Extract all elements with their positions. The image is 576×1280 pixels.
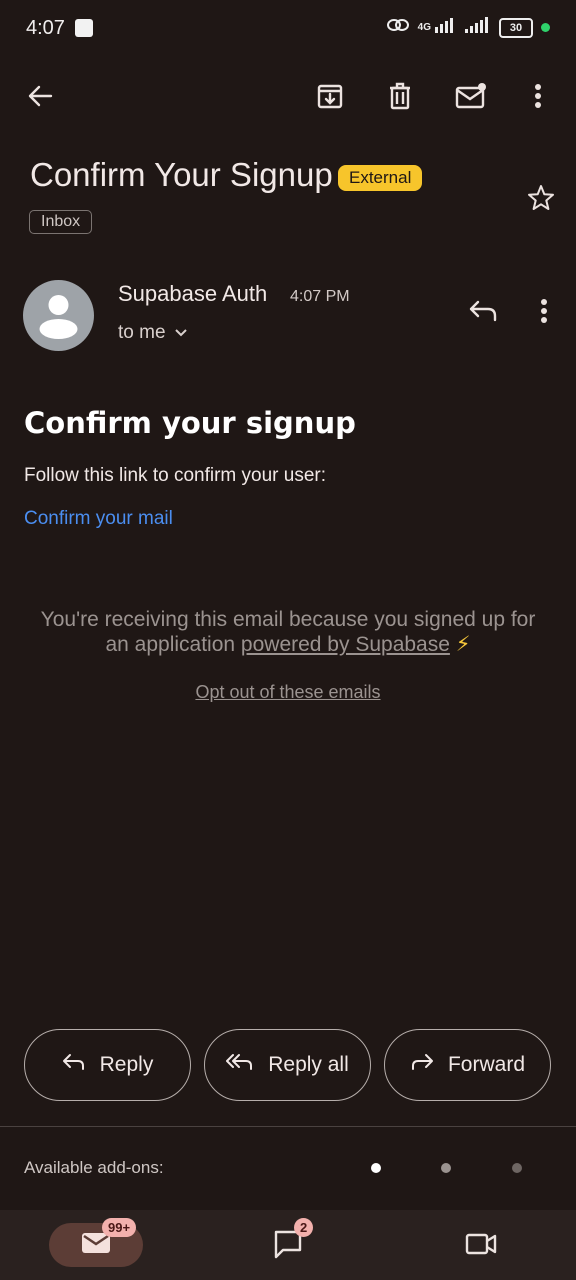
forward-label: Forward (447, 1053, 526, 1076)
status-indicators: 4G 30 (386, 16, 550, 39)
reply-label: Reply (99, 1053, 154, 1076)
reply-button[interactable]: Reply (24, 1029, 191, 1101)
body-heading: Confirm your signup (24, 406, 356, 440)
nav-meet-tab[interactable] (462, 1226, 500, 1262)
confirm-mail-link[interactable]: Confirm your mail (24, 508, 173, 530)
forward-button[interactable]: Forward (384, 1029, 551, 1101)
more-vertical-icon[interactable] (524, 78, 552, 114)
recipient-label: to me (118, 322, 166, 343)
divider (0, 1126, 576, 1127)
lightning-emoji: ⚡ (455, 633, 471, 656)
privacy-indicator-dot (541, 23, 550, 32)
recipient-details-toggle[interactable]: to me (118, 322, 188, 344)
opt-out-link[interactable]: Opt out of these emails (0, 682, 576, 703)
reply-arrow-icon (62, 1053, 86, 1077)
addon-dot[interactable] (512, 1163, 522, 1173)
video-camera-icon (465, 1233, 497, 1255)
mark-unread-icon[interactable] (452, 78, 490, 114)
notification-icon (75, 19, 93, 37)
archive-icon[interactable] (312, 78, 348, 114)
reply-all-label: Reply all (268, 1053, 349, 1076)
footer-notice: You're receiving this email because you … (40, 607, 536, 657)
email-subject: Confirm Your Signup (30, 156, 333, 193)
chevron-down-icon (174, 322, 188, 344)
body-instruction: Follow this link to confirm your user: (24, 465, 326, 486)
signal-icon (435, 17, 457, 38)
addon-dot[interactable] (441, 1163, 451, 1173)
status-time: 4:07 (26, 17, 65, 39)
external-badge: External (338, 165, 423, 191)
battery-level: 30 (509, 21, 523, 34)
battery-icon: 30 (499, 17, 533, 38)
reply-icon[interactable] (466, 294, 500, 328)
sender-name: Supabase Auth (118, 281, 268, 306)
star-icon[interactable] (524, 181, 558, 215)
delete-icon[interactable] (382, 78, 418, 114)
reply-all-button[interactable]: Reply all (204, 1029, 371, 1101)
status-bar: 4:07 4G 30 (0, 0, 576, 58)
network-label: 4G (417, 22, 431, 33)
addons-label: Available add-ons: (24, 1158, 164, 1177)
addon-dot-active[interactable] (371, 1163, 381, 1173)
inbox-label[interactable]: Inbox (29, 210, 93, 234)
email-time: 4:07 PM (290, 288, 350, 305)
forward-icon (410, 1053, 434, 1077)
back-arrow-icon[interactable] (22, 78, 58, 114)
mail-count-badge: 99+ (102, 1218, 137, 1237)
link-icon (386, 16, 410, 39)
reply-all-icon (226, 1053, 254, 1077)
signal-icon-2 (465, 17, 491, 38)
message-more-icon[interactable] (530, 294, 558, 328)
sender-avatar[interactable] (23, 280, 94, 351)
powered-by-link[interactable]: powered by Supabase (241, 633, 450, 656)
